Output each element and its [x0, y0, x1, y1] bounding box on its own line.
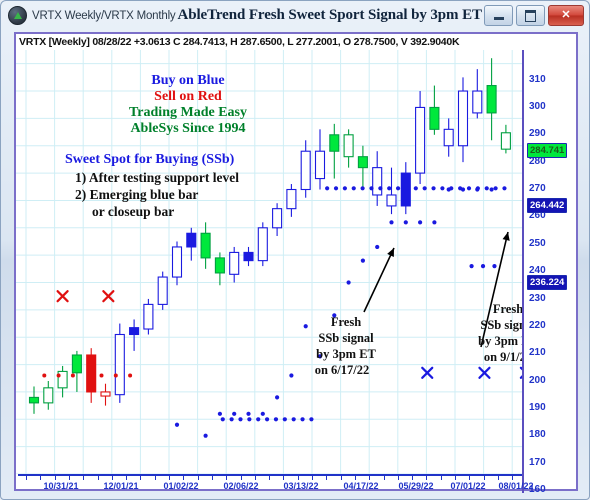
price-tick-270: 270	[529, 183, 546, 195]
minimize-button[interactable]	[484, 5, 513, 26]
callout-1-line-3: by 3pm ET	[316, 347, 376, 361]
date-tick	[197, 476, 199, 480]
date-label-6: 05/29/22	[398, 481, 434, 491]
callout-1-line-2: SSb signal	[318, 331, 374, 345]
price-tick-220: 220	[529, 319, 546, 331]
maximize-icon	[525, 9, 536, 22]
date-tick	[254, 476, 256, 480]
date-tick	[440, 476, 442, 480]
date-label-3: 02/06/22	[223, 481, 259, 491]
date-tick	[497, 476, 499, 480]
price-plot-area[interactable]: Buy on Blue Sell on Red Trading Made Eas…	[16, 50, 522, 474]
close-button[interactable]: ✕	[548, 5, 584, 26]
date-tick	[111, 476, 113, 480]
quote-line: VRTX [Weekly] 08/28/22 +3.0613 C 284.741…	[19, 36, 460, 48]
date-tick	[68, 476, 70, 480]
date-tick	[354, 476, 356, 480]
price-tick-190: 190	[529, 401, 546, 413]
date-tick	[211, 476, 213, 480]
window-title-main: AbleTrend Fresh Sweet Sport Signal by 3p…	[177, 7, 482, 23]
price-marker-stop-1: 264.442	[527, 198, 568, 214]
callout-2-line-4: on 9/1/22	[483, 350, 522, 364]
date-label-5: 04/17/22	[343, 481, 379, 491]
date-axis[interactable]: 10/31/21 12/01/21 01/02/22 02/06/22 03/13/22…	[16, 474, 534, 492]
annotation-buy-on-blue: Buy on Blue	[151, 73, 225, 88]
maximize-button[interactable]	[516, 5, 545, 26]
date-label-0: 10/31/21	[43, 481, 79, 491]
window-title: VRTX Weekly/VRTX Monthly AbleTrend Fresh…	[32, 7, 482, 24]
date-tick	[369, 476, 371, 480]
date-tick	[397, 476, 399, 480]
date-tick	[326, 476, 328, 480]
price-tick-210: 210	[529, 347, 546, 359]
date-tick	[126, 476, 128, 480]
window-title-symbol: VRTX Weekly/VRTX Monthly	[32, 10, 176, 22]
date-tick	[26, 476, 27, 480]
date-tick	[269, 476, 271, 480]
price-tick-310: 310	[529, 73, 546, 85]
annotation-ssb-header: Sweet Spot for Buying (SSb)	[65, 152, 235, 167]
ablesys-logo-icon	[8, 6, 27, 25]
date-label-4: 03/13/22	[283, 481, 319, 491]
date-tick	[140, 476, 142, 480]
callout-2-line-3: by 3pm ET	[478, 334, 522, 348]
date-tick	[169, 476, 170, 480]
date-tick	[240, 476, 242, 480]
price-tick-180: 180	[529, 429, 546, 441]
date-tick	[54, 476, 56, 480]
date-tick	[97, 476, 99, 480]
callout-2-line-2: SSb signal	[480, 318, 522, 332]
annotation-ssb-line2: 2) Emerging blue bar	[75, 187, 199, 202]
annotation-trading-made-easy: Trading Made Easy	[129, 105, 247, 120]
candlestick-canvas	[16, 50, 522, 474]
date-tick	[40, 476, 42, 480]
date-tick	[183, 476, 185, 480]
date-label-2: 01/02/22	[163, 481, 199, 491]
date-tick	[469, 476, 471, 480]
date-tick	[483, 476, 485, 480]
price-tick-290: 290	[529, 128, 546, 140]
date-tick	[455, 476, 456, 480]
annotation-sell-on-red: Sell on Red	[154, 89, 222, 104]
date-label-8: 08/01/22	[498, 481, 534, 491]
price-marker-close-0: 284.741	[527, 142, 568, 158]
annotation-ssb-line3: or closeup bar	[92, 204, 175, 219]
title-bar: VRTX Weekly/VRTX Monthly AbleTrend Fresh…	[1, 1, 589, 30]
date-tick	[283, 476, 285, 480]
date-tick	[312, 476, 313, 480]
price-tick-230: 230	[529, 292, 546, 304]
date-tick	[83, 476, 85, 480]
date-tick	[154, 476, 156, 480]
price-tick-170: 170	[529, 456, 546, 468]
callout-1-line-4: on 6/17/22	[314, 363, 370, 377]
date-tick	[412, 476, 414, 480]
chart-panel[interactable]: VRTX [Weekly] 08/28/22 +3.0613 C 284.741…	[14, 32, 578, 495]
minimize-icon	[493, 16, 504, 20]
price-marker-stop-2: 236.224	[527, 275, 568, 291]
annotation-ssb-line1: 1) After testing support level	[75, 170, 239, 185]
date-tick	[383, 476, 385, 480]
date-label-7: 07/01/22	[450, 481, 486, 491]
window-controls: ✕	[484, 5, 584, 26]
close-icon: ✕	[561, 9, 571, 21]
application-window: VRTX Weekly/VRTX Monthly AbleTrend Fresh…	[0, 0, 590, 500]
date-tick	[226, 476, 228, 480]
callout-2-line-1: Fresh	[492, 302, 522, 316]
price-axis[interactable]: 160 170 180 190 200 210 220 230 240 250 260 270 280 2…	[522, 50, 576, 495]
date-label-1: 12/01/21	[103, 481, 139, 491]
date-tick	[512, 476, 514, 480]
annotation-ablesys-since: AbleSys Since 1994	[130, 121, 246, 136]
date-tick	[426, 476, 428, 480]
price-tick-200: 200	[529, 374, 546, 386]
callout-1-line-1: Fresh	[330, 315, 362, 329]
date-tick	[297, 476, 299, 480]
price-tick-300: 300	[529, 101, 546, 113]
date-tick	[340, 476, 342, 480]
price-tick-250: 250	[529, 237, 546, 249]
